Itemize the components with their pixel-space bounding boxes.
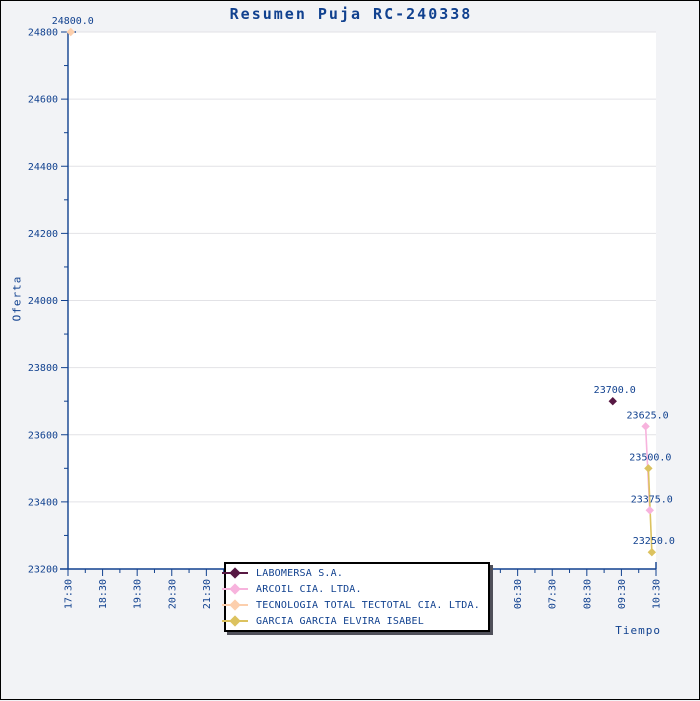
legend-diamond-icon bbox=[229, 583, 240, 594]
data-point-annotation: 23250.0 bbox=[633, 536, 675, 547]
y-tick-label: 24400 bbox=[28, 162, 58, 173]
x-tick-label: 08:30 bbox=[582, 579, 593, 609]
data-point-annotation: 23625.0 bbox=[627, 410, 669, 421]
legend-diamond-icon bbox=[229, 567, 240, 578]
legend-series-marker-icon bbox=[222, 613, 248, 629]
x-tick-label: 17:30 bbox=[64, 579, 75, 609]
y-tick-label: 23200 bbox=[28, 565, 58, 576]
data-point-marker bbox=[646, 506, 654, 514]
data-point-marker bbox=[609, 397, 617, 405]
legend-label: GARCIA GARCIA ELVIRA ISABEL bbox=[256, 616, 424, 627]
legend-diamond-icon bbox=[229, 599, 240, 610]
x-tick-label: 18:30 bbox=[98, 579, 109, 609]
legend-label: TECNOLOGIA TOTAL TECTOTAL CIA. LTDA. bbox=[256, 600, 480, 611]
y-tick-label: 24200 bbox=[28, 229, 58, 240]
legend-item: GARCIA GARCIA ELVIRA ISABEL bbox=[230, 613, 480, 629]
data-point-annotation: 23500.0 bbox=[629, 452, 671, 463]
x-tick-label: 21:30 bbox=[202, 579, 213, 609]
data-point-annotation: 23700.0 bbox=[594, 385, 636, 396]
x-tick-label: 10:30 bbox=[652, 579, 663, 609]
y-tick-label: 24600 bbox=[28, 95, 58, 106]
legend-series-marker-icon bbox=[222, 581, 248, 597]
y-axis-label: Oferta bbox=[11, 269, 24, 329]
legend-series-marker-icon bbox=[222, 565, 248, 581]
data-point-marker bbox=[641, 422, 649, 430]
x-tick-label: 07:30 bbox=[548, 579, 559, 609]
chart-title: Resumen Puja RC-240338 bbox=[1, 5, 700, 23]
x-axis-label: Tiempo bbox=[615, 624, 661, 637]
y-tick-label: 23800 bbox=[28, 363, 58, 374]
data-point-marker bbox=[644, 464, 652, 472]
legend-item: TECNOLOGIA TOTAL TECTOTAL CIA. LTDA. bbox=[230, 597, 480, 613]
y-tick-label: 24000 bbox=[28, 296, 58, 307]
y-tick-label: 23400 bbox=[28, 497, 58, 508]
x-tick-label: 20:30 bbox=[167, 579, 178, 609]
x-tick-label: 09:30 bbox=[617, 579, 628, 609]
y-tick-label: 24800 bbox=[28, 28, 58, 39]
legend-series-marker-icon bbox=[222, 597, 248, 613]
legend-diamond-icon bbox=[229, 615, 240, 626]
data-point-annotation: 23375.0 bbox=[631, 494, 673, 505]
legend-box: LABOMERSA S.A. ARCOIL CIA. LTDA. TECNOLOGI… bbox=[224, 562, 490, 632]
legend-item: ARCOIL CIA. LTDA. bbox=[230, 581, 480, 597]
legend-item: LABOMERSA S.A. bbox=[230, 565, 480, 581]
data-point-marker bbox=[648, 548, 656, 556]
legend-label: LABOMERSA S.A. bbox=[256, 568, 343, 579]
legend-label: ARCOIL CIA. LTDA. bbox=[256, 584, 362, 595]
y-tick-label: 23600 bbox=[28, 430, 58, 441]
x-tick-label: 19:30 bbox=[133, 579, 144, 609]
x-tick-label: 06:30 bbox=[513, 579, 524, 609]
